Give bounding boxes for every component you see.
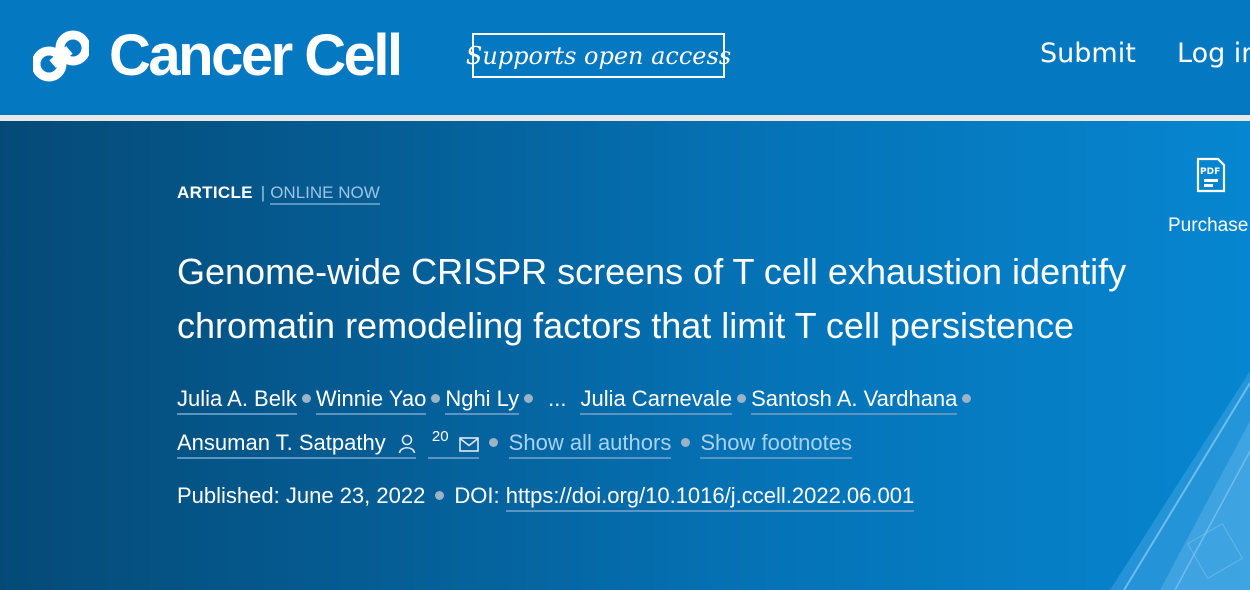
article-title: Genome-wide CRISPR screens of T cell exh… [177,251,1127,346]
pdf-icon: PDF [1196,157,1226,193]
purchase-label: Purchase [1168,215,1249,236]
submit-link[interactable]: Submit [1040,38,1136,69]
published-label: Published: [177,483,280,508]
author-link[interactable]: Winnie Yao [315,386,427,415]
author-separator [431,393,441,403]
online-now-link[interactable]: ONLINE NOW [270,183,380,205]
doi-label: DOI: [454,483,500,508]
open-access-badge[interactable]: Supports open access [466,33,731,78]
person-icon [398,434,416,454]
meta-separator: | [260,183,266,202]
top-navigation-bar: Cancer Cell Supports open access Submit … [0,0,1250,115]
author-separator [301,393,311,403]
author-separator [737,393,747,403]
authors-ellipsis: ... [548,386,567,411]
article-hero: ARTICLE | ONLINE NOW Genome-wide CRISPR sc… [0,121,1250,590]
article-meta: ARTICLE | ONLINE NOW [177,183,380,205]
author-list: Julia A. Belk Winnie Yao Nghi Ly... Julia C… [177,377,1237,468]
journal-name: Cancer Cell [109,23,403,88]
author-link[interactable]: Julia Carnevale [580,386,733,415]
mail-icon [458,436,479,452]
author-link[interactable]: Santosh A. Vardhana [751,386,958,415]
publication-info: Published: June 23, 2022 DOI: https://doi… [177,483,915,512]
author-link[interactable]: Julia A. Belk [177,386,297,415]
author-separator [962,393,972,403]
author-separator [488,437,498,447]
article-type: ARTICLE [177,183,253,202]
pub-separator [435,490,445,500]
show-footnotes-link[interactable]: Show footnotes [700,430,852,459]
doi-link[interactable]: https://doi.org/10.1016/j.ccell.2022.06.… [505,483,915,512]
pdf-icon-label: PDF [1200,167,1220,177]
author-separator [524,393,534,403]
author-footnote-number: 20 [431,428,449,445]
corresponding-author-link[interactable]: Ansuman T. Satpathy [177,430,416,459]
login-link[interactable]: Log in [1177,38,1250,69]
published-date: June 23, 2022 [285,483,426,508]
corresponding-author-contact[interactable]: 20 [427,428,479,459]
show-all-authors-link[interactable]: Show all authors [508,430,672,459]
cancer-cell-logo-icon [31,28,91,84]
journal-logo[interactable]: Cancer Cell [31,23,403,88]
author-separator [681,437,691,447]
author-link[interactable]: Nghi Ly [445,386,520,415]
author-name: Ansuman T. Satpathy [177,430,386,455]
